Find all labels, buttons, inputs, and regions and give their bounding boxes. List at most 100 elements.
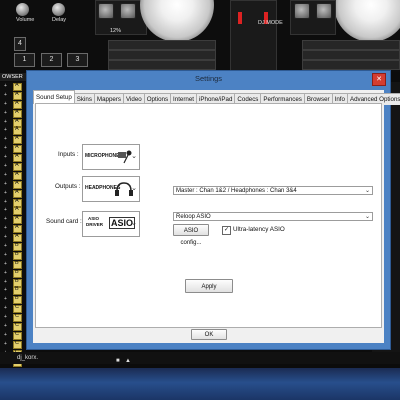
expand-icon[interactable]: +: [4, 154, 7, 160]
folder-tree-row[interactable]: + A: [0, 82, 26, 91]
delay-knob[interactable]: [52, 3, 65, 16]
ultra-latency-checkbox[interactable]: ✓: [222, 226, 231, 235]
hotcue-pad-row[interactable]: [108, 40, 216, 50]
expand-icon[interactable]: +: [4, 101, 7, 107]
folder-tree-row[interactable]: +C: [0, 304, 26, 314]
sound-card-device-select[interactable]: ASIO DRIVER ASIO ⌄: [82, 211, 140, 237]
folder-tree-row[interactable]: + A: [0, 144, 26, 154]
outputs-device-select[interactable]: HEADPHONES ⌄: [82, 176, 140, 202]
pad-button[interactable]: [120, 3, 136, 19]
expand-icon[interactable]: +: [4, 225, 7, 231]
lock-icon[interactable]: ■: [116, 358, 120, 366]
folder-tree-row[interactable]: + A: [0, 100, 26, 109]
folder-tree-row[interactable]: +C: [0, 322, 26, 332]
hotcue-pad-row[interactable]: [302, 40, 400, 50]
folder-letter: A: [15, 224, 19, 231]
eject-icon[interactable]: ▲: [125, 358, 131, 366]
hotcue-pad-row[interactable]: [108, 50, 216, 60]
jog-wheel-right[interactable]: [334, 0, 400, 42]
folder-tree-row[interactable]: +C: [0, 340, 26, 349]
volume-knob[interactable]: [16, 3, 29, 16]
outputs-routing-select[interactable]: Master : Chan 1&2 / Headphones : Chan 3&…: [173, 186, 373, 195]
expand-icon[interactable]: +: [4, 305, 7, 311]
folder-tree-row[interactable]: + A: [0, 162, 26, 172]
folder-tree-row[interactable]: + A: [0, 180, 26, 189]
folder-tree[interactable]: + A + A + A + A + A + A + A + A + A + A + A + A + A + A + A + A + A + A + B + B…: [0, 82, 26, 376]
folder-letter: A: [15, 135, 19, 142]
expand-icon[interactable]: +: [4, 163, 7, 169]
hotcue-pad-row[interactable]: [302, 60, 400, 70]
folder-tree-row[interactable]: + B: [0, 269, 26, 278]
folder-tree-row[interactable]: + B: [0, 286, 26, 296]
expand-icon[interactable]: +: [4, 296, 7, 302]
expand-icon[interactable]: +: [4, 207, 7, 213]
expand-icon[interactable]: +: [4, 332, 7, 338]
expand-icon[interactable]: +: [4, 341, 7, 347]
folder-letter: C: [15, 330, 19, 337]
expand-icon[interactable]: +: [4, 216, 7, 222]
expand-icon[interactable]: +: [4, 190, 7, 196]
expand-icon[interactable]: +: [4, 279, 7, 285]
folder-tree-row[interactable]: + B: [0, 260, 26, 269]
folder-tree-row[interactable]: +C: [0, 331, 26, 340]
expand-icon[interactable]: +: [4, 314, 7, 320]
folder-tree-row[interactable]: + A: [0, 233, 26, 243]
folder-letter: A: [15, 117, 19, 124]
asio-config-button[interactable]: ASIO config...: [173, 224, 209, 246]
status-user-label: dj_korx.: [17, 355, 39, 361]
outputs-label: Outputs :: [55, 183, 81, 190]
expand-icon[interactable]: +: [4, 270, 7, 276]
expand-icon[interactable]: +: [4, 145, 7, 151]
expand-icon[interactable]: +: [4, 181, 7, 187]
expand-icon[interactable]: +: [4, 199, 7, 205]
folder-tree-row[interactable]: + B: [0, 278, 26, 287]
folder-tree-row[interactable]: + A: [0, 171, 26, 180]
expand-icon[interactable]: +: [4, 323, 7, 329]
pad-button[interactable]: [98, 3, 114, 19]
folder-tree-row[interactable]: +C: [0, 313, 26, 323]
expand-icon[interactable]: +: [4, 127, 7, 133]
expand-icon[interactable]: +: [4, 234, 7, 240]
folder-tree-row[interactable]: + A: [0, 91, 26, 100]
pad-button[interactable]: [294, 3, 310, 19]
folder-tree-row[interactable]: + B: [0, 242, 26, 252]
close-button[interactable]: ✕: [372, 73, 386, 86]
expand-icon[interactable]: +: [4, 119, 7, 125]
hotcue-pad-row[interactable]: [108, 60, 216, 70]
folder-tree-row[interactable]: + A: [0, 198, 26, 207]
folder-tree-row[interactable]: + A: [0, 109, 26, 118]
folder-tree-row[interactable]: + A: [0, 126, 26, 136]
expand-icon[interactable]: +: [4, 172, 7, 178]
folder-tree-row[interactable]: + A: [0, 135, 26, 145]
expand-icon[interactable]: +: [4, 136, 7, 142]
channel-fader-left[interactable]: [238, 12, 242, 24]
bank-button-3[interactable]: 3: [67, 53, 88, 67]
folder-tree-row[interactable]: + B: [0, 251, 26, 260]
jog-wheel-left[interactable]: [140, 0, 214, 42]
sound-card-driver-select[interactable]: Reloop ASIO ⌄: [173, 212, 373, 221]
folder-tree-row[interactable]: + A: [0, 206, 26, 216]
expand-icon[interactable]: +: [4, 92, 7, 98]
hotcue-pad-row[interactable]: [302, 50, 400, 60]
pad-button[interactable]: [316, 3, 332, 19]
mixer-strip: [230, 0, 277, 72]
apply-button[interactable]: Apply: [185, 279, 233, 293]
bank-button-1[interactable]: 1: [14, 53, 35, 67]
tab-sound-setup[interactable]: Sound Setup: [33, 90, 75, 104]
ok-button[interactable]: OK: [191, 329, 227, 340]
expand-icon[interactable]: +: [4, 287, 7, 293]
expand-icon[interactable]: +: [4, 261, 7, 267]
folder-tree-row[interactable]: + B: [0, 295, 26, 305]
folder-tree-row[interactable]: + A: [0, 215, 26, 225]
expand-icon[interactable]: +: [4, 243, 7, 249]
folder-tree-row[interactable]: + A: [0, 189, 26, 198]
folder-tree-row[interactable]: + A: [0, 153, 26, 163]
folder-tree-row[interactable]: + A: [0, 224, 26, 234]
bank-button-4[interactable]: 4: [14, 37, 26, 51]
expand-icon[interactable]: +: [4, 110, 7, 116]
folder-tree-row[interactable]: + A: [0, 118, 26, 127]
inputs-device-select[interactable]: MICROPHONE ⌄: [82, 144, 140, 170]
expand-icon[interactable]: +: [4, 252, 7, 258]
expand-icon[interactable]: +: [4, 83, 7, 89]
bank-button-2[interactable]: 2: [41, 53, 62, 67]
